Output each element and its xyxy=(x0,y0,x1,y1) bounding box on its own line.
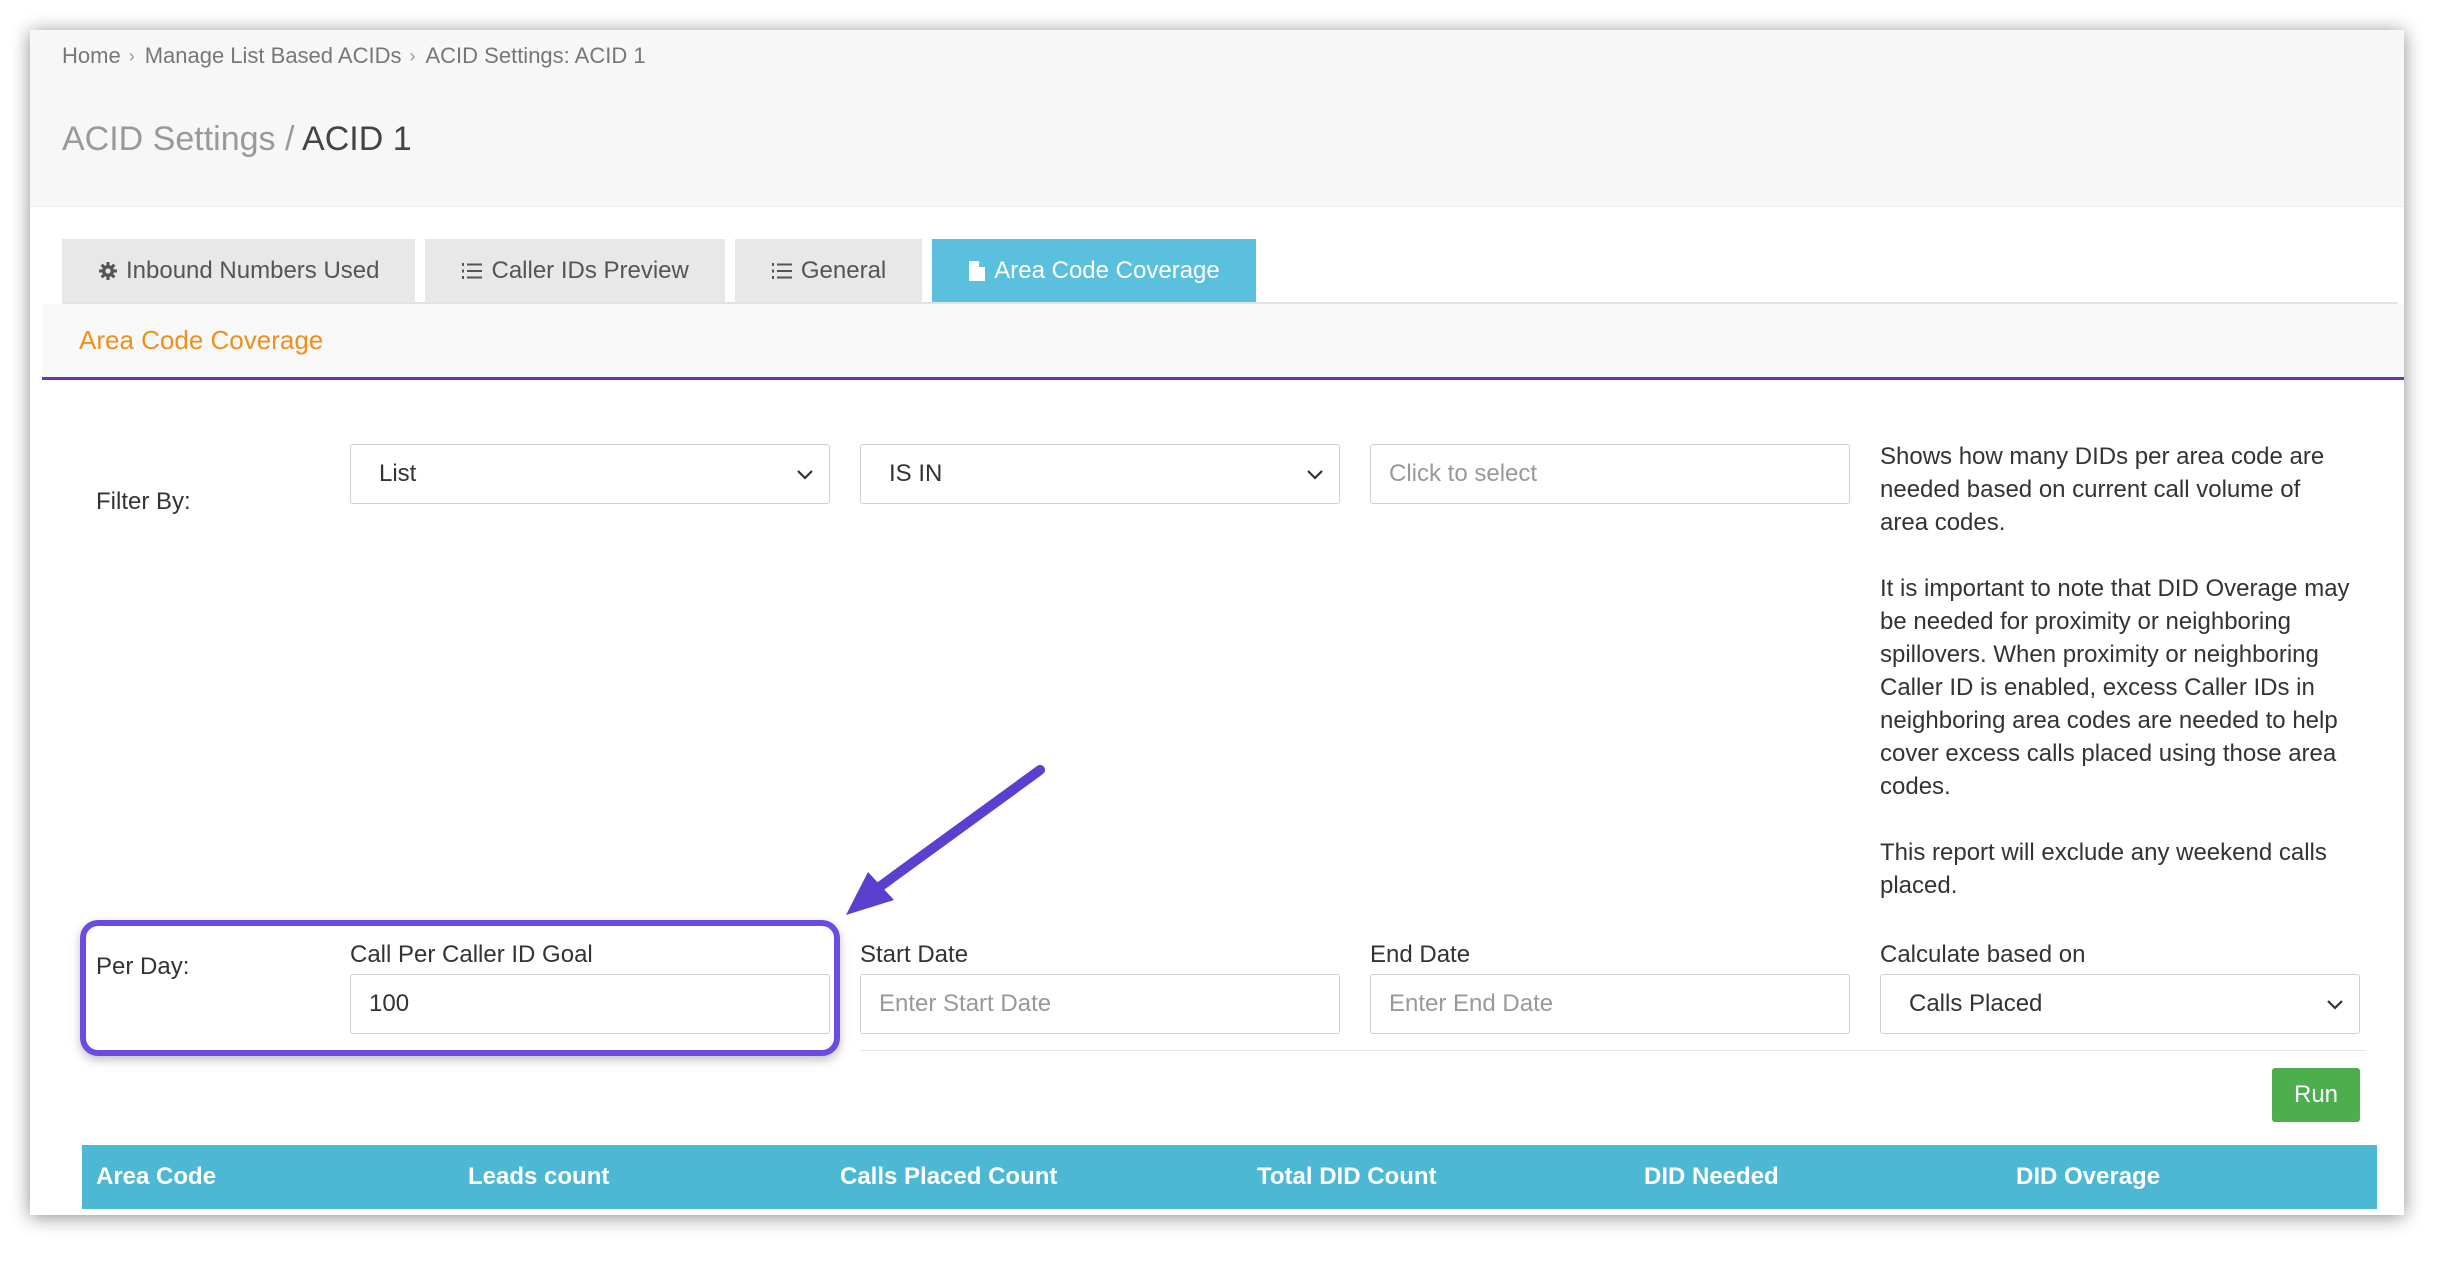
annotation-arrow-icon xyxy=(846,765,1045,915)
app-window: Home › Manage List Based ACIDs › ACID Se… xyxy=(30,30,2404,1215)
